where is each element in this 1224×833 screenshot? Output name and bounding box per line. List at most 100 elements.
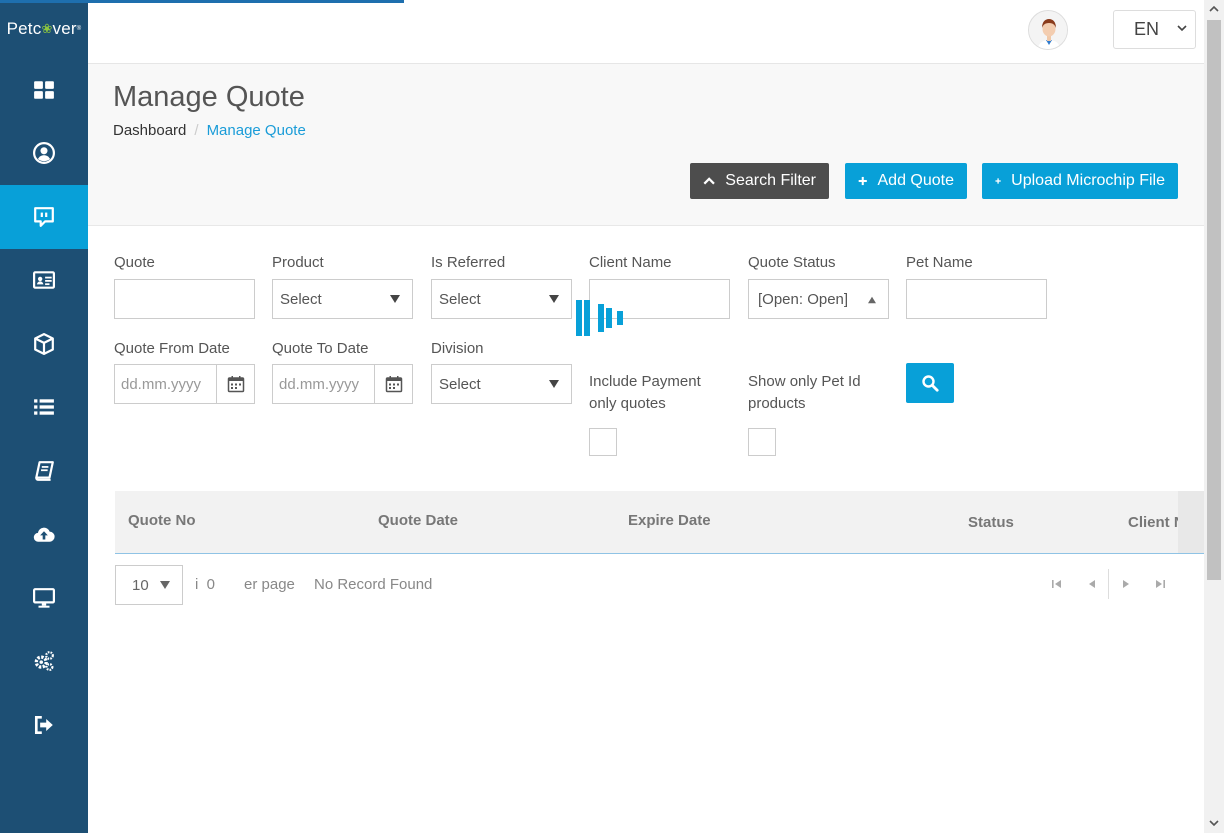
dashboard-icon <box>34 80 54 99</box>
show-pet-id-label-line2: products <box>748 395 806 412</box>
quote-status-select[interactable]: [Open: Open] <box>748 279 889 319</box>
page-size-select[interactable]: 10 <box>115 565 183 605</box>
sidebar-item-monitor[interactable] <box>0 566 88 630</box>
loading-spinner <box>576 300 623 336</box>
book-icon <box>35 460 54 481</box>
dropdown-arrow-icon <box>549 295 559 303</box>
sidebar-item-profile[interactable] <box>0 122 88 186</box>
include-payment-checkbox[interactable] <box>589 428 617 456</box>
pager-divider <box>1108 569 1109 599</box>
sign-out-icon <box>34 715 53 734</box>
show-pet-id-label-line1: Show only Pet Id <box>748 373 861 390</box>
quote-status-label: Quote Status <box>748 254 836 271</box>
sidebar: Petc ❀ ver ® <box>0 0 88 833</box>
calendar-icon <box>227 376 244 393</box>
division-select[interactable]: Select <box>431 364 572 404</box>
sidebar-item-documents[interactable] <box>0 439 88 503</box>
chevron-up-icon <box>703 177 715 185</box>
add-quote-button[interactable]: Add Quote <box>845 163 967 199</box>
breadcrumb-current[interactable]: Manage Quote <box>207 122 306 139</box>
language-value: EN <box>1134 19 1160 39</box>
sidebar-item-settings[interactable] <box>0 630 88 694</box>
column-header[interactable]: Quote No <box>128 512 196 529</box>
plus-icon <box>995 178 1001 184</box>
product-label: Product <box>272 254 324 271</box>
last-page-icon[interactable] <box>1153 577 1167 591</box>
sidebar-item-policies[interactable] <box>0 249 88 313</box>
cogs-icon <box>34 651 54 672</box>
user-avatar-icon <box>1029 11 1067 49</box>
previous-page-icon[interactable] <box>1085 577 1099 591</box>
logo-registered-mark: ® <box>76 26 82 32</box>
add-quote-label: Add Quote <box>877 172 955 189</box>
pet-name-input[interactable] <box>906 279 1047 319</box>
sidebar-item-quotes[interactable] <box>0 185 88 249</box>
monitor-icon <box>33 587 55 608</box>
scroll-up-icon[interactable] <box>1209 4 1219 14</box>
plus-icon <box>858 176 867 186</box>
sidebar-item-products[interactable] <box>0 312 88 376</box>
quote-to-date-input[interactable]: dd.mm.yyyy <box>272 364 413 404</box>
upload-microchip-button[interactable]: Upload Microchip File <box>982 163 1178 199</box>
sidebar-item-upload[interactable] <box>0 503 88 567</box>
list-icon <box>34 399 54 415</box>
division-label: Division <box>431 340 484 357</box>
per-page-label: er page <box>244 576 295 593</box>
brand-logo[interactable]: Petc ❀ ver ® <box>0 0 88 58</box>
table-header-scroll-edge <box>1178 491 1204 553</box>
no-record-message: No Record Found <box>314 576 433 593</box>
first-page-icon[interactable] <box>1050 577 1064 591</box>
quote-from-date-placeholder: dd.mm.yyyy <box>121 375 202 393</box>
is-referred-value: Select <box>439 290 481 308</box>
language-select[interactable]: EN <box>1113 10 1196 49</box>
search-filter-button[interactable]: Search Filter <box>690 163 829 199</box>
is-referred-label: Is Referred <box>431 254 506 271</box>
user-circle-icon <box>33 142 55 165</box>
breadcrumb-home[interactable]: Dashboard <box>113 122 186 139</box>
scrollbar-thumb[interactable] <box>1207 20 1221 580</box>
column-header[interactable]: Quote Date <box>378 512 458 529</box>
box-icon <box>34 332 54 355</box>
quote-from-date-label: Quote From Date <box>114 340 230 357</box>
id-card-icon <box>33 271 55 290</box>
top-header: EN <box>88 0 1204 64</box>
quote-from-date-input[interactable]: dd.mm.yyyy <box>114 364 255 404</box>
chevron-down-icon <box>1177 25 1187 32</box>
division-value: Select <box>439 375 481 393</box>
page-title: Manage Quote <box>113 81 305 113</box>
calendar-button[interactable] <box>216 365 254 403</box>
search-filter-label: Search Filter <box>725 172 816 189</box>
dropdown-arrow-icon <box>160 581 170 589</box>
upload-microchip-label: Upload Microchip File <box>1011 172 1165 189</box>
pager-count: i 0 <box>195 576 216 593</box>
next-page-icon[interactable] <box>1119 577 1133 591</box>
include-payment-label-line2: only quotes <box>589 395 666 412</box>
search-button[interactable] <box>906 363 954 403</box>
dropdown-arrow-icon <box>549 380 559 388</box>
sidebar-item-dashboard[interactable] <box>0 58 88 122</box>
vertical-scrollbar[interactable] <box>1204 0 1224 833</box>
calendar-button[interactable] <box>374 365 412 403</box>
table-pager: 10 i 0 er page No Record Found <box>115 565 1204 605</box>
product-value: Select <box>280 290 322 308</box>
show-pet-id-label: Show only Pet Id products <box>748 371 861 415</box>
sidebar-item-logout[interactable] <box>0 693 88 757</box>
chat-quote-icon <box>34 206 54 227</box>
client-name-label: Client Name <box>589 254 672 271</box>
include-payment-label: Include Payment only quotes <box>589 371 701 415</box>
column-header[interactable]: Expire Date <box>628 512 711 529</box>
sidebar-item-list[interactable] <box>0 376 88 440</box>
scroll-down-icon[interactable] <box>1209 818 1219 828</box>
quote-to-date-placeholder: dd.mm.yyyy <box>279 375 360 393</box>
dropdown-arrow-icon <box>390 295 400 303</box>
breadcrumb-separator: / <box>194 122 199 139</box>
avatar[interactable] <box>1028 10 1068 50</box>
is-referred-select[interactable]: Select <box>431 279 572 319</box>
quote-status-value: [Open: Open] <box>758 290 849 308</box>
quote-input[interactable] <box>114 279 255 319</box>
loading-progress-bar <box>0 0 404 3</box>
show-pet-id-checkbox[interactable] <box>748 428 776 456</box>
product-select[interactable]: Select <box>272 279 413 319</box>
dropdown-arrow-up-icon <box>868 296 876 304</box>
column-header[interactable]: Status <box>968 514 1014 531</box>
